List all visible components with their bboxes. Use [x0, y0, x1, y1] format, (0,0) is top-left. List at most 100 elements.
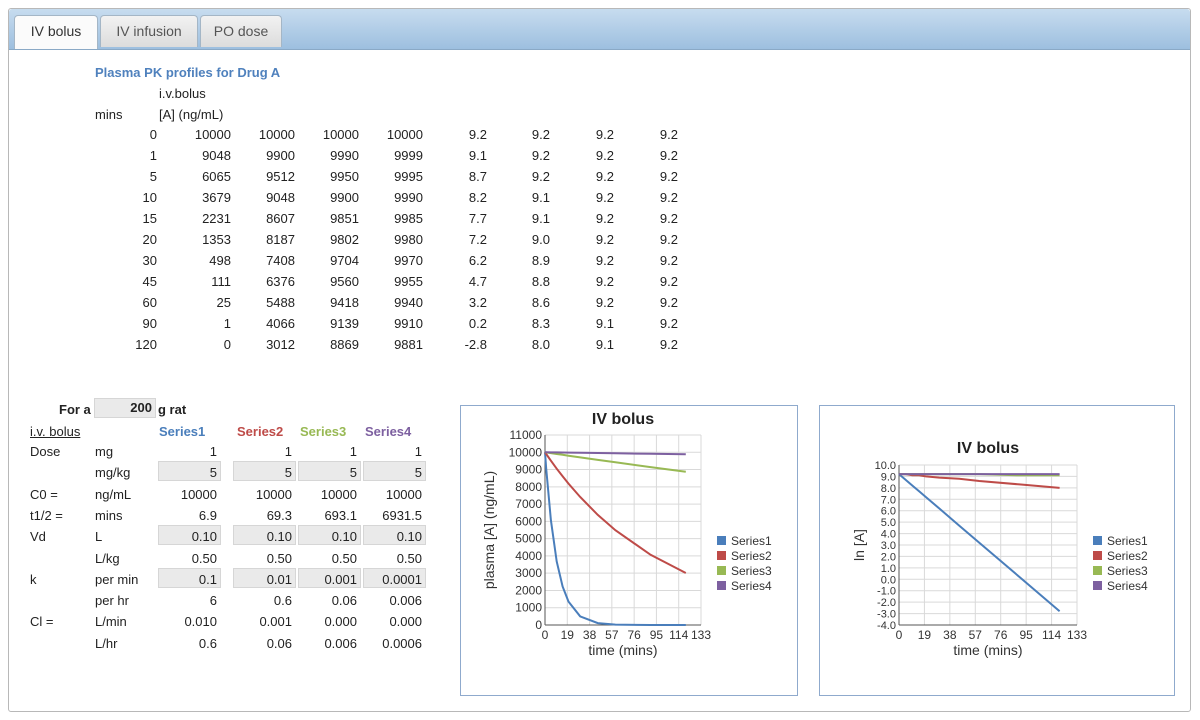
parameter-value: 6931.5	[382, 508, 422, 523]
y-tick-label: -4.0	[877, 620, 896, 632]
x-tick-label: 19	[561, 628, 575, 642]
y-tick-label: 9000	[515, 463, 542, 477]
parameter-label: Cl =	[30, 614, 54, 629]
ln-concentration-chart-svg: IV bolus-4.0-3.0-2.0-1.00.01.02.03.04.05…	[851, 440, 1148, 658]
table-value-cell: 8.3	[531, 316, 550, 331]
table-value-cell: 3679	[202, 190, 231, 205]
y-tick-label: 2000	[515, 583, 542, 597]
legend-swatch	[717, 581, 726, 590]
parameter-value: 10000	[180, 487, 217, 502]
table-value-cell: 9.1	[468, 148, 487, 163]
parameter-value: 6.9	[198, 508, 217, 523]
series-header: Series4	[365, 424, 412, 439]
section-heading: i.v. bolus	[30, 424, 81, 439]
table-title: Plasma PK profiles for Drug A	[95, 65, 281, 80]
parameter-label: k	[30, 572, 37, 587]
parameter-value: 0.010	[184, 614, 217, 629]
parameter-value: 0.10	[266, 529, 292, 544]
parameter-unit: L	[95, 529, 103, 544]
y-tick-label: 6000	[515, 514, 542, 528]
parameter-value: 0.1	[198, 572, 217, 587]
parameter-label: t1/2 =	[30, 508, 63, 523]
parameter-value: 6	[209, 593, 217, 608]
table-value-cell: 9.0	[531, 232, 550, 247]
parameter-label: C0 =	[30, 487, 58, 502]
table-value-cell: 9.1	[531, 190, 550, 205]
table-value-cell: 8.7	[468, 169, 487, 184]
table-value-cell: 9900	[330, 190, 359, 205]
y-axis-title: ln [A]	[851, 529, 867, 561]
parameter-value: 5	[284, 465, 292, 480]
table-value-cell: 9.2	[659, 295, 678, 310]
y-tick-label: 8000	[515, 480, 542, 494]
weight-input[interactable]: 200	[94, 398, 156, 418]
series-line-series2	[544, 451, 687, 574]
parameter-value: 0.06	[266, 636, 292, 651]
y-tick-label: 3.0	[881, 540, 896, 552]
table-value-cell: 5488	[266, 295, 295, 310]
table-value-cell: 8.0	[531, 337, 550, 352]
y-tick-label: 1.0	[881, 563, 896, 575]
table-value-cell: 1	[223, 316, 231, 331]
x-tick-label: 95	[1019, 628, 1033, 642]
table-value-cell: 9.2	[659, 316, 678, 331]
table-time-cell: 10	[142, 190, 157, 205]
table-value-cell: 6376	[266, 274, 295, 289]
table-value-cell: 9.2	[595, 232, 614, 247]
legend-label: Series1	[1107, 534, 1148, 548]
tab-iv-infusion[interactable]: IV infusion	[100, 15, 198, 47]
x-tick-label: 57	[969, 628, 983, 642]
table-value-cell: 2231	[202, 211, 231, 226]
table-value-cell: 0	[223, 337, 231, 352]
y-tick-label: 4.0	[881, 529, 896, 541]
x-axis-title: time (mins)	[588, 642, 657, 658]
parameter-value: 0.50	[191, 551, 217, 566]
for-a-label: For a	[59, 402, 91, 417]
table-value-cell: 10000	[322, 127, 359, 142]
table-value-cell: 25	[216, 295, 231, 310]
table-value-cell: 9.2	[595, 211, 614, 226]
table-value-cell: 9.2	[595, 190, 614, 205]
legend-swatch	[1093, 581, 1102, 590]
parameter-value: 0.10	[331, 529, 357, 544]
table-value-cell: 9.2	[659, 232, 678, 247]
y-tick-label: -2.0	[877, 597, 896, 609]
legend-label: Series4	[731, 579, 772, 593]
table-value-cell: 9560	[330, 274, 359, 289]
x-tick-label: 114	[669, 628, 688, 642]
parameter-value: 69.3	[266, 508, 292, 523]
parameter-label: Vd	[30, 529, 46, 544]
parameter-value: 0.10	[191, 529, 217, 544]
table-value-cell: 7408	[266, 253, 295, 268]
parameter-unit: L/kg	[95, 551, 120, 566]
x-tick-label: 133	[691, 628, 711, 642]
x-tick-label: 133	[1067, 628, 1087, 642]
column-header-route: i.v.bolus	[159, 86, 206, 101]
table-value-cell: 9512	[266, 169, 295, 184]
table-value-cell: 9.2	[659, 274, 678, 289]
parameter-value: 0.50	[396, 551, 422, 566]
parameter-value: 5	[414, 465, 422, 480]
tab-po-dose[interactable]: PO dose	[200, 15, 282, 47]
table-value-cell: 9.2	[659, 127, 678, 142]
chart-title: IV bolus	[592, 411, 654, 428]
table-value-cell: 9900	[266, 148, 295, 163]
table-value-cell: 9.2	[595, 169, 614, 184]
tab-iv-bolus[interactable]: IV bolus	[14, 15, 98, 49]
table-value-cell: 8869	[330, 337, 359, 352]
table-value-cell: 8.6	[531, 295, 550, 310]
parameter-value: 0.6	[198, 636, 217, 651]
weight-unit: g rat	[158, 402, 187, 417]
y-tick-label: 7.0	[881, 494, 896, 506]
table-time-cell: 15	[142, 211, 157, 226]
table-value-cell: 7.2	[468, 232, 487, 247]
x-tick-label: 38	[943, 628, 957, 642]
table-time-cell: 1	[149, 148, 157, 163]
parameter-unit: ng/mL	[95, 487, 132, 502]
table-value-cell: 9995	[394, 169, 423, 184]
y-tick-label: 8.0	[881, 483, 896, 495]
parameter-label: Dose	[30, 444, 61, 459]
y-axis-title: plasma [A] (ng/mL)	[481, 471, 497, 589]
table-value-cell: 4.7	[468, 274, 487, 289]
legend-label: Series4	[1107, 579, 1148, 593]
